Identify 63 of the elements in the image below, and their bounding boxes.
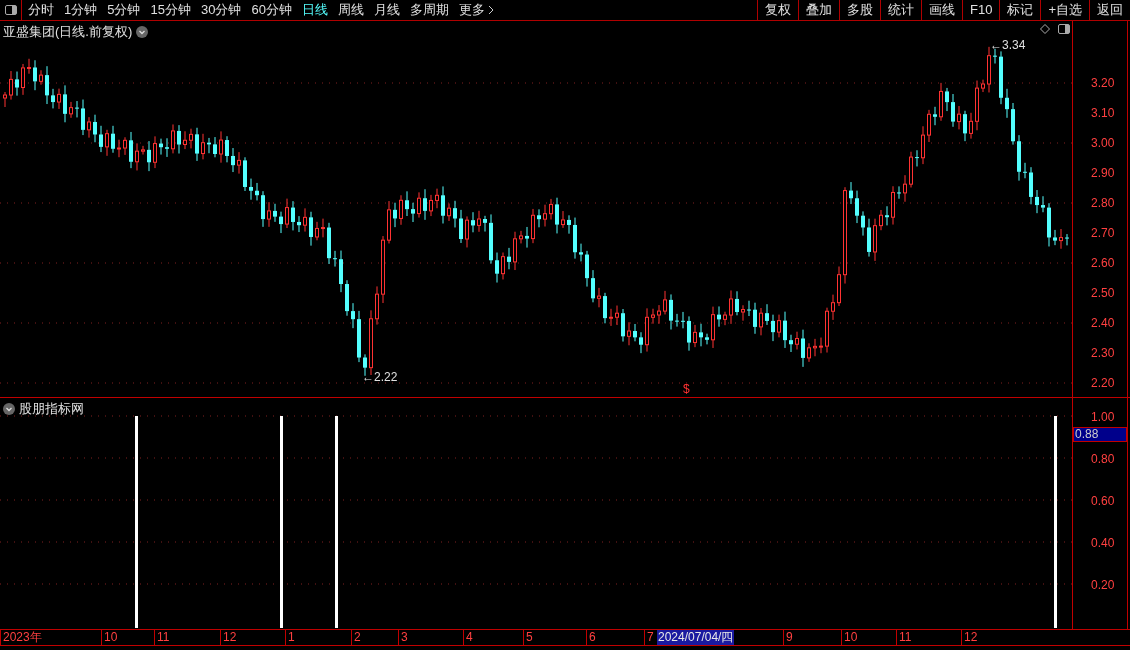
toolbar-button[interactable]: 标记	[999, 0, 1041, 20]
period-tab[interactable]: 日线	[301, 0, 328, 20]
toolbar-button[interactable]: 画线	[921, 0, 962, 20]
indicator-title: 股朋指标网	[19, 400, 84, 418]
toolbar-button[interactable]: F10	[962, 0, 1000, 20]
axis-label: 0.40	[1091, 536, 1115, 550]
period-tab[interactable]: 分时	[28, 0, 54, 20]
axis-label: 2.50	[1091, 286, 1115, 300]
date-label: 3	[398, 630, 408, 645]
chevron-down-icon[interactable]	[136, 25, 149, 38]
period-tab[interactable]: 多周期	[409, 0, 449, 20]
axis-label: 2.40	[1091, 316, 1115, 330]
axis-label: 3.20	[1091, 76, 1115, 90]
period-tab[interactable]: 更多	[458, 0, 494, 20]
chart-title: 亚盛集团(日线.前复权)	[3, 23, 133, 41]
axis-label: 3.00	[1091, 136, 1115, 150]
signal-marker: $	[683, 382, 690, 396]
low-price-marker: ←2.22	[362, 370, 398, 384]
axis-label: 0.60	[1091, 494, 1115, 508]
axis-label: 3.10	[1091, 106, 1115, 120]
chevron-down-icon[interactable]	[3, 402, 15, 415]
chevron-right-icon	[487, 5, 494, 15]
period-tab[interactable]: 30分钟	[200, 0, 242, 20]
date-label: 12	[220, 630, 237, 645]
period-tab[interactable]: 60分钟	[251, 0, 292, 20]
toolbar-button[interactable]: 叠加	[798, 0, 839, 20]
date-label: 5	[523, 630, 533, 645]
panel-toggle-icon[interactable]	[1058, 24, 1070, 34]
date-label: 6	[586, 630, 596, 645]
toolbar-button[interactable]: 复权	[757, 0, 798, 20]
period-tab[interactable]: 15分钟	[150, 0, 191, 20]
axis-label: 1.00	[1091, 410, 1115, 424]
date-label: 4	[463, 630, 473, 645]
period-tab[interactable]: 周线	[337, 0, 364, 20]
cursor-date-label: 2024/07/04/四	[657, 630, 735, 645]
date-label: 12	[961, 630, 978, 645]
toolbar-button[interactable]: +自选	[1040, 0, 1089, 20]
date-label: 11	[154, 630, 170, 645]
axis-label: 2.80	[1091, 196, 1115, 210]
date-label: 1	[285, 630, 295, 645]
date-label: 10	[841, 630, 858, 645]
date-label: 7	[644, 630, 654, 645]
toolbar-button[interactable]: 返回	[1089, 0, 1130, 20]
date-label: 2023年	[0, 630, 42, 645]
date-label: 11	[896, 630, 912, 645]
axis-label: 2.90	[1091, 166, 1115, 180]
high-price-marker: ←3.34	[990, 38, 1026, 52]
axis-label: 2.30	[1091, 346, 1115, 360]
axis-label: 2.20	[1091, 376, 1115, 390]
current-value-label: 0.88	[1073, 427, 1127, 442]
date-label: 9	[783, 630, 793, 645]
axis-label: 2.60	[1091, 256, 1115, 270]
period-tab[interactable]: 1分钟	[64, 0, 98, 20]
axis-label: 0.20	[1091, 578, 1115, 592]
toolbar-button[interactable]: 多股	[839, 0, 880, 20]
period-tab[interactable]: 5分钟	[107, 0, 141, 20]
diamond-icon[interactable]	[1040, 24, 1050, 34]
toolbar-button[interactable]: 统计	[880, 0, 921, 20]
period-tab[interactable]: 月线	[373, 0, 400, 20]
axis-label: 0.80	[1091, 452, 1115, 466]
axis-label: 2.70	[1091, 226, 1115, 240]
date-label: 10	[101, 630, 118, 645]
date-label: 2	[351, 630, 361, 645]
